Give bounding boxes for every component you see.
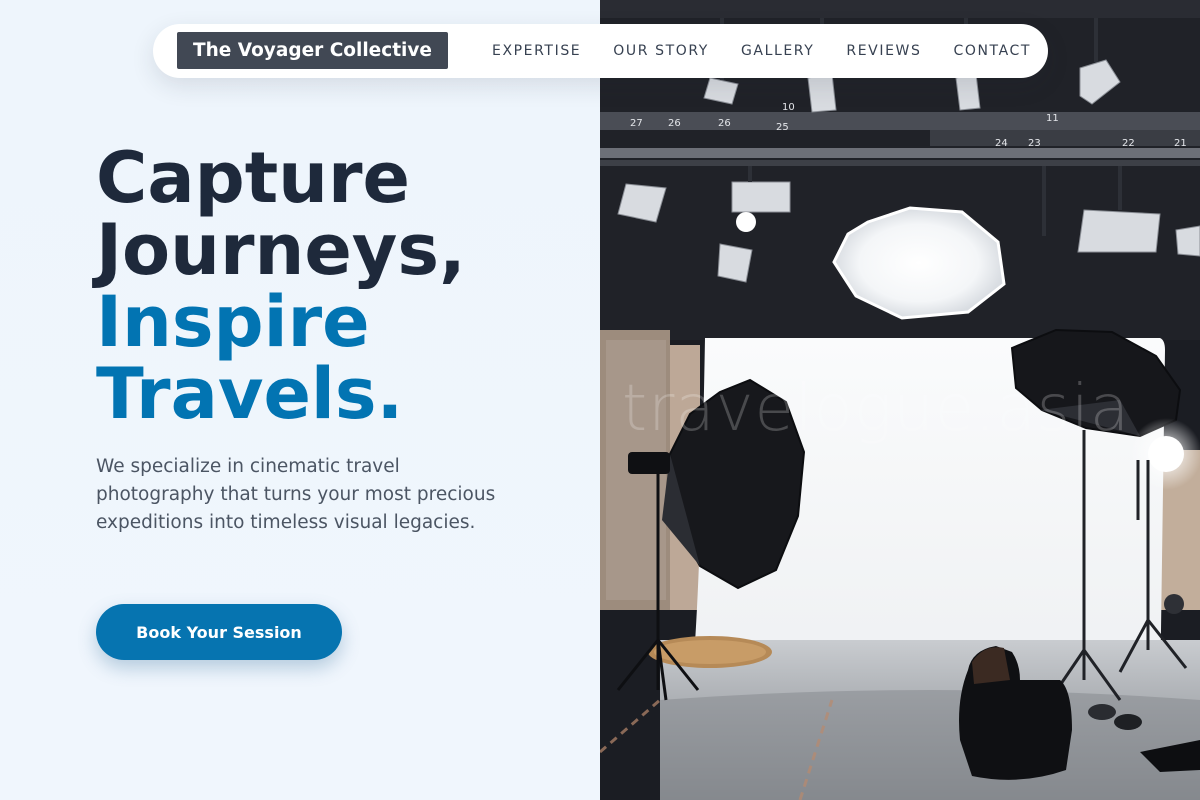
top-navigation: The Voyager Collective EXPERTISE OUR STO… [153,24,1048,78]
hero-section: Capture Journeys, Inspire Travels. We sp… [0,0,600,800]
svg-text:22: 22 [1122,138,1135,149]
svg-text:23: 23 [1028,138,1041,149]
svg-text:11: 11 [1046,113,1059,124]
hero-description: We specialize in cinematic travel photog… [96,456,496,533]
svg-text:27: 27 [630,118,643,129]
svg-text:10: 10 [782,102,795,113]
nav-links: EXPERTISE OUR STORY GALLERY REVIEWS CONT… [492,24,1031,78]
nav-link-contact[interactable]: CONTACT [953,43,1031,59]
hero-headline: Capture Journeys, Inspire Travels. [96,142,576,430]
nav-link-expertise[interactable]: EXPERTISE [492,43,581,59]
svg-text:25: 25 [776,122,789,133]
svg-text:24: 24 [995,138,1008,149]
headline-line-2: Journeys, [96,209,466,291]
svg-text:26: 26 [718,118,731,129]
nav-link-reviews[interactable]: REVIEWS [846,43,921,59]
nav-link-our-story[interactable]: OUR STORY [613,43,709,59]
headline-line-4: Travels. [96,353,404,435]
headline-line-1: Capture [96,137,411,219]
nav-link-gallery[interactable]: GALLERY [741,43,814,59]
svg-text:21: 21 [1174,138,1187,149]
studio-photo: 27 26 26 25 10 11 24 23 22 21 [600,0,1200,800]
book-session-button[interactable]: Book Your Session [96,604,342,660]
svg-text:26: 26 [668,118,681,129]
brand-logo[interactable]: The Voyager Collective [177,32,448,69]
headline-line-3: Inspire [96,281,370,363]
